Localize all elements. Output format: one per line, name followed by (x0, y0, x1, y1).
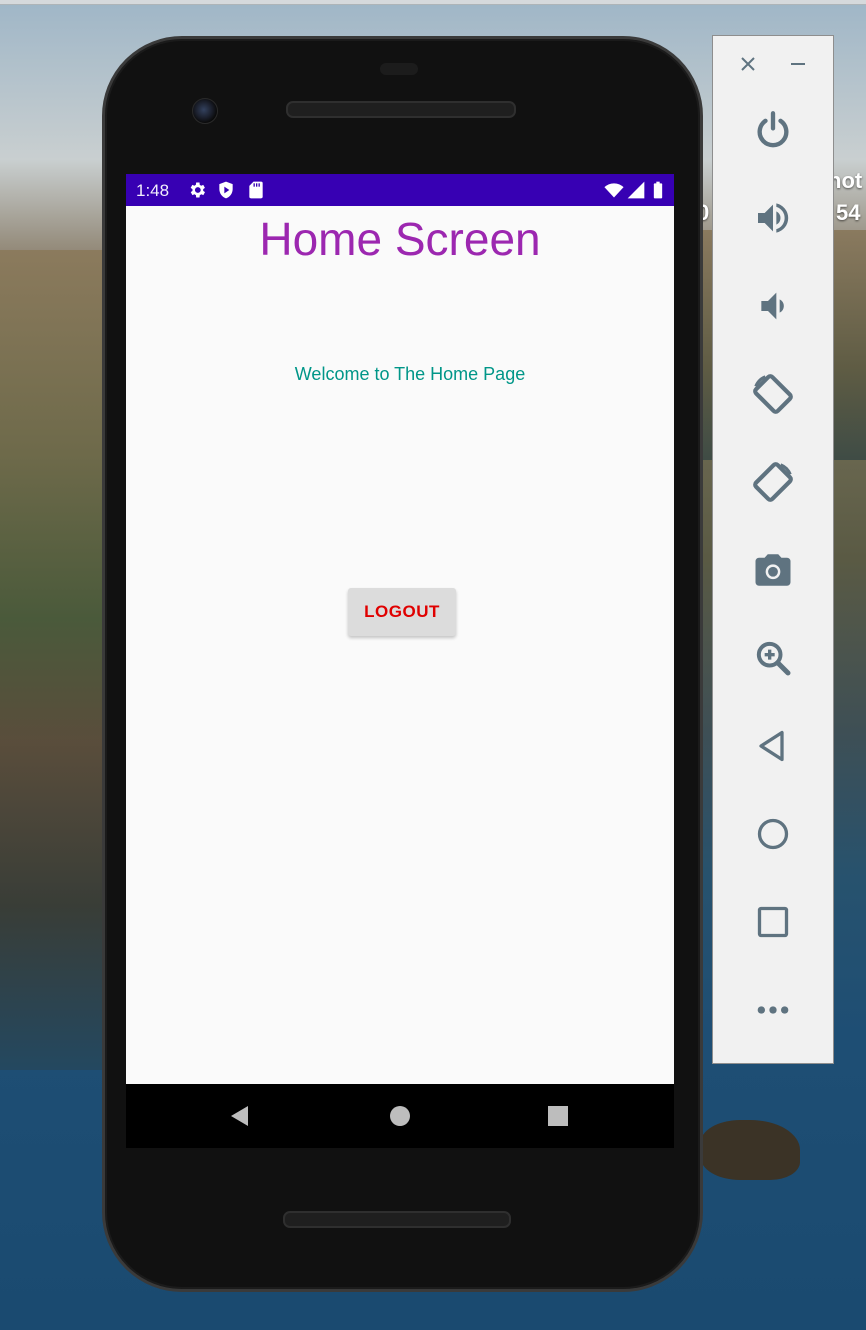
desktop-wallpaper-rock (700, 1120, 800, 1180)
minimize-icon[interactable] (786, 52, 810, 76)
power-icon[interactable] (749, 106, 797, 154)
status-time: 1:48 (136, 181, 170, 200)
settings-icon (190, 182, 205, 198)
battery-icon (653, 181, 663, 199)
emulator-toolbar (712, 35, 834, 1064)
back-icon[interactable] (228, 1104, 252, 1128)
play-protect-icon (219, 181, 233, 199)
logout-button[interactable]: LOGOUT (348, 588, 456, 636)
desktop-icon-label-partial-2: 54 (836, 200, 861, 225)
phone-sensor (380, 63, 418, 75)
status-bar: 1:48 (126, 174, 674, 206)
page-title: Home Screen (259, 213, 541, 265)
zoom-icon[interactable] (749, 634, 797, 682)
more-icon[interactable] (749, 986, 797, 1034)
back-icon[interactable] (749, 722, 797, 770)
sd-card-icon (249, 181, 263, 199)
wifi-icon (604, 183, 624, 198)
home-icon[interactable] (388, 1104, 412, 1128)
overview-icon[interactable] (749, 898, 797, 946)
overview-icon[interactable] (546, 1104, 570, 1128)
camera-icon[interactable] (749, 546, 797, 594)
close-icon[interactable] (736, 52, 760, 76)
home-icon[interactable] (749, 810, 797, 858)
desktop-top-bar (0, 0, 866, 5)
phone-screen: 1:48 Home Screen Welcome to The Home Pag… (126, 174, 674, 1084)
welcome-message: Welcome to The Home Page (294, 364, 526, 384)
cell-signal-icon (627, 181, 645, 199)
front-camera (192, 98, 218, 124)
volume-down-icon[interactable] (749, 282, 797, 330)
rotate-left-icon[interactable] (749, 370, 797, 418)
volume-up-icon[interactable] (749, 194, 797, 242)
phone-bottom-speaker (283, 1211, 511, 1228)
phone-earpiece (286, 101, 516, 118)
rotate-right-icon[interactable] (749, 458, 797, 506)
navigation-bar (126, 1084, 674, 1148)
